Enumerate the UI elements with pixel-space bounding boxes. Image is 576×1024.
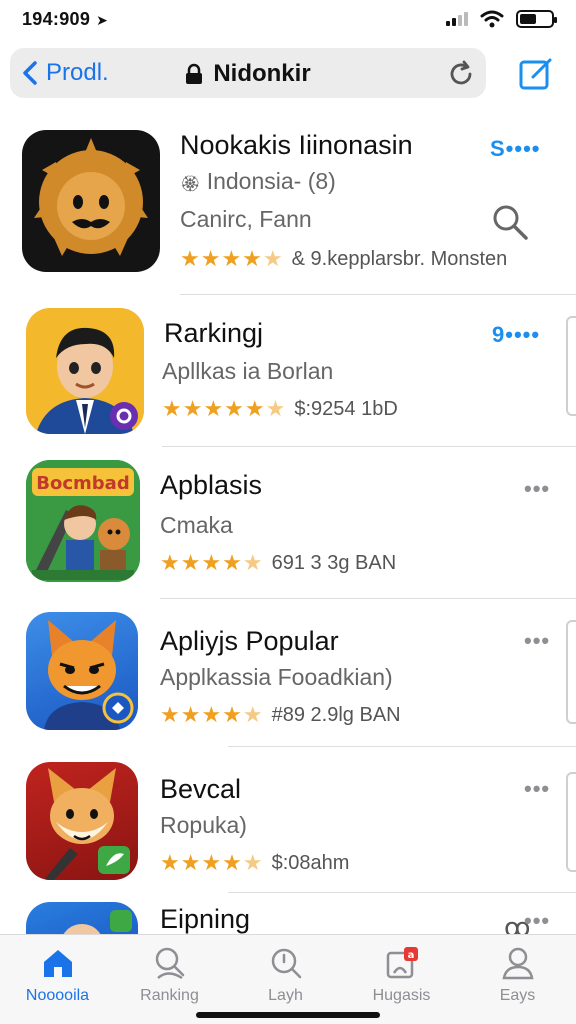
home-icon <box>43 950 72 977</box>
location-arrow-icon: ➤ <box>96 12 109 28</box>
more-button[interactable]: ••• <box>524 476 550 502</box>
more-button[interactable]: ••• <box>524 628 550 654</box>
search-icon[interactable] <box>490 202 530 242</box>
app-name: Eipning <box>160 904 251 934</box>
edge-frame <box>566 772 576 872</box>
app-name: Nookakis Iiinonasin <box>180 130 413 160</box>
app-rating: ★★★★★ $:08ahm <box>160 850 349 876</box>
battery-icon <box>516 10 557 28</box>
status-icons <box>446 10 557 28</box>
list-item[interactable]: Bocmbad Apblasis Cmaka ★★★★★ 691 3 3g BA… <box>0 446 576 599</box>
svg-text:a: a <box>407 950 414 961</box>
more-button[interactable]: ••• <box>524 776 550 802</box>
search-icon <box>155 947 184 980</box>
list-item[interactable]: Apliyjs Popular Applkassia Fooadkian) ★★… <box>0 598 576 747</box>
rating-text: #89 2.9lg BAN <box>271 703 401 726</box>
app-name: Apliyjs Popular <box>160 626 339 656</box>
navigation-bar: Prodl. Nidonkir <box>10 48 486 98</box>
app-icon-man <box>26 308 144 434</box>
rating-text: 691 3 3g BAN <box>271 551 397 574</box>
edge-frame <box>566 620 576 724</box>
rating-stars: ★★★★★ <box>160 702 264 727</box>
tab-label: Nooooila <box>25 987 90 1004</box>
reload-icon[interactable] <box>446 59 476 89</box>
app-category: Ropuka) <box>160 812 247 838</box>
app-name: Apblasis <box>160 470 263 500</box>
app-category: Applkassia Fooadkian) <box>160 664 393 690</box>
magnifier-icon <box>271 948 301 979</box>
page-title: Nidonkir <box>10 60 486 88</box>
app-icon-cat <box>26 612 138 730</box>
tab-label: Ranking <box>140 987 199 1004</box>
status-time: 194:909 ➤ <box>22 9 108 30</box>
app-icon-fox <box>26 762 138 880</box>
app-region-text: Indonsia- (8) <box>206 168 336 194</box>
list-item[interactable]: Eipning ••• <box>0 892 576 934</box>
tab-search[interactable]: Layh <box>228 945 343 1005</box>
tab-home[interactable]: Nooooila <box>0 945 115 1005</box>
rating-text: $:08ahm <box>271 851 350 874</box>
edge-frame <box>566 316 576 416</box>
list-item[interactable]: Nookakis Iiinonasin 🏵 Indonsia- (8) Cani… <box>0 108 576 295</box>
app-icon-lion <box>22 130 160 272</box>
app-category: Canirc, Fann <box>180 206 312 232</box>
app-banner-text: Bocmbad <box>36 473 129 494</box>
status-bar: 194:909 ➤ <box>0 0 576 40</box>
rating-stars: ★★★★★ <box>180 246 284 271</box>
person-icon <box>502 947 533 980</box>
wifi-icon <box>480 10 504 28</box>
tab-label: Layh <box>268 987 303 1004</box>
tab-label: Hugasis <box>372 987 431 1004</box>
status-time-text: 194:909 <box>22 9 91 29</box>
page-title-text: Nidonkir <box>213 60 311 87</box>
badge-icon: a <box>386 947 418 979</box>
app-category: Cmaka <box>160 512 233 538</box>
more-button[interactable]: S•••• <box>490 136 540 162</box>
more-button[interactable]: 9•••• <box>492 322 540 348</box>
tab-updates[interactable]: a Hugasis <box>344 945 459 1005</box>
list-item[interactable]: Rarkingj Apllkas ia Borlan ★★★★★★ $:9254… <box>0 294 576 447</box>
tab-label: Eays <box>499 987 536 1004</box>
tab-bar: Nooooila Ranking Layh a Hugasis Eays <box>0 934 576 1024</box>
app-category: Apllkas ia Borlan <box>162 358 334 384</box>
cellular-signal-icon <box>446 12 468 26</box>
app-name: Bevcal <box>160 774 242 804</box>
rating-stars: ★★★★★ <box>160 550 264 575</box>
app-rating: ★★★★★★ $:9254 1bD <box>162 396 398 422</box>
lock-icon <box>186 63 203 84</box>
app-rating: ★★★★★ #89 2.9lg BAN <box>160 702 401 728</box>
app-region: 🏵 Indonsia- (8) <box>180 168 336 195</box>
list-item[interactable]: Bevcal Ropuka) ★★★★★ $:08ahm ••• ꝏ <box>0 746 576 942</box>
app-rating: ★★★★★ 691 3 3g BAN <box>160 550 396 576</box>
rating-stars: ★★★★★★ <box>162 396 287 421</box>
rating-text: $:9254 1bD <box>294 397 398 420</box>
app-icon-partial <box>26 902 138 934</box>
home-indicator <box>196 1012 380 1018</box>
tab-ranking[interactable]: Ranking <box>112 945 227 1005</box>
rating-text: & 9.kepplarsbr. Monsten <box>291 247 508 270</box>
app-icon-game: Bocmbad <box>26 460 140 582</box>
flag-icon: 🏵 <box>180 176 201 193</box>
tab-account[interactable]: Eays <box>460 945 575 1005</box>
more-button[interactable]: ••• <box>524 908 550 934</box>
app-name: Rarkingj <box>164 318 264 348</box>
compose-icon[interactable] <box>518 56 554 92</box>
rating-stars: ★★★★★ <box>160 850 264 875</box>
app-rating: ★★★★★ & 9.kepplarsbr. Monsten <box>180 246 507 272</box>
